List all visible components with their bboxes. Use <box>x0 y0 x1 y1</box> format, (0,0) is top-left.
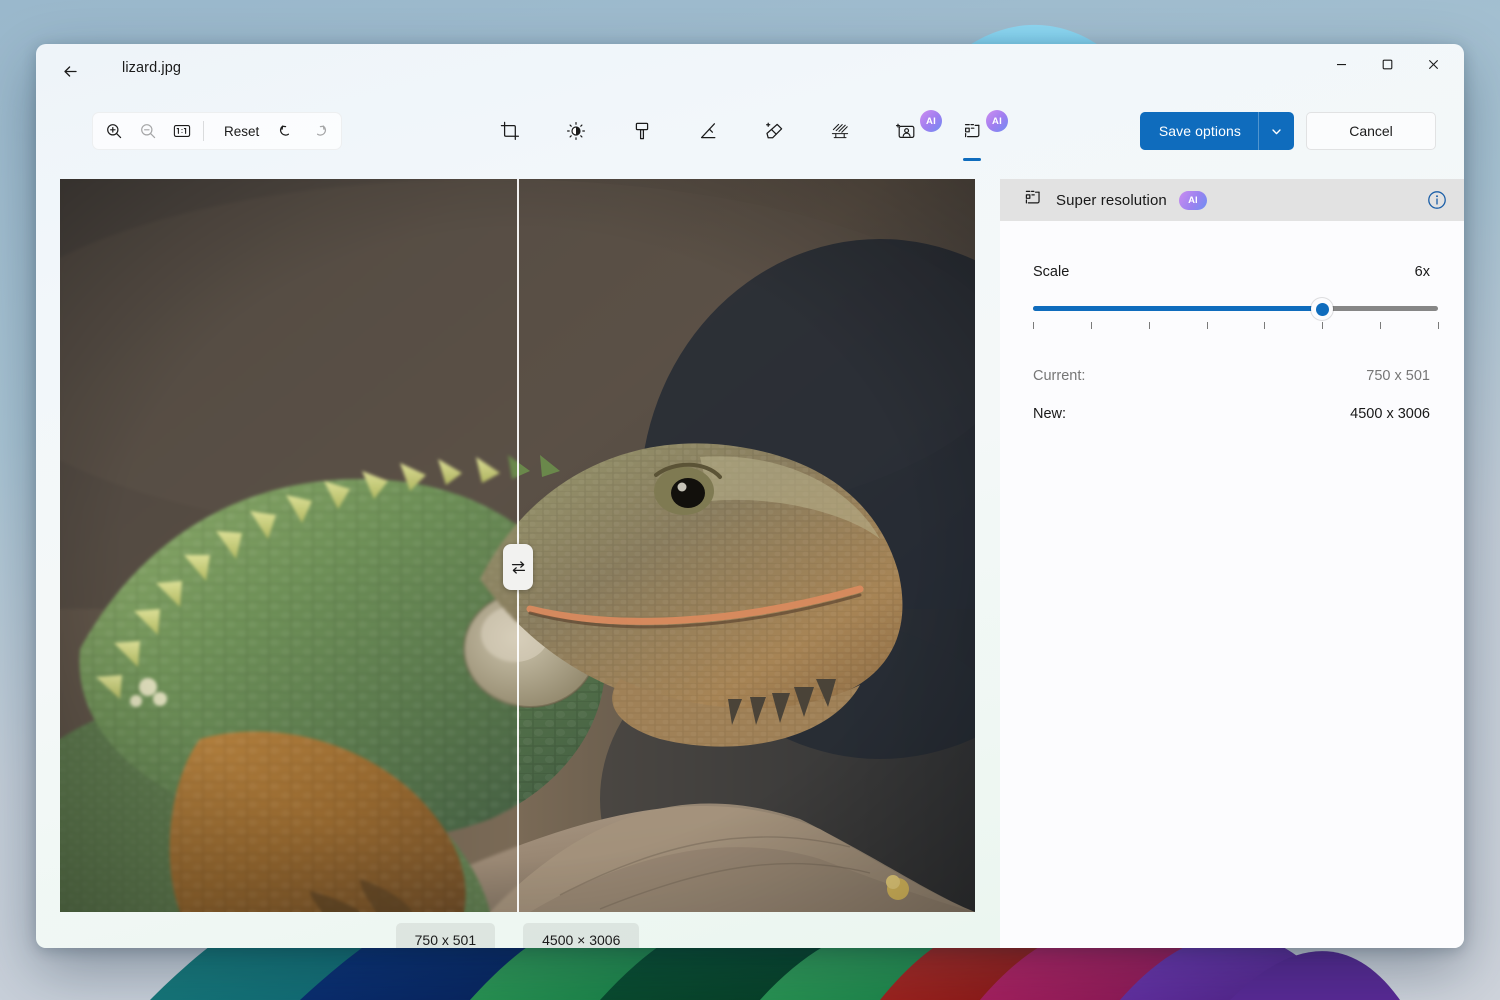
current-size-row: Current: 750 x 501 <box>1033 368 1430 384</box>
desktop: lizard.jpg Reset AI AI Save options Canc… <box>0 0 1500 1000</box>
save-options-split-button[interactable]: Save options <box>1139 112 1294 150</box>
info-button[interactable] <box>1424 187 1450 213</box>
slider-tick <box>1322 322 1323 329</box>
reset-label: Reset <box>224 123 260 139</box>
new-size-value: 4500 x 3006 <box>1350 406 1430 422</box>
app-window: lizard.jpg Reset AI AI Save options Canc… <box>36 44 1464 948</box>
slider-tick <box>1033 322 1034 329</box>
save-options-button[interactable]: Save options <box>1140 112 1258 150</box>
zoom-out-button[interactable] <box>131 116 165 146</box>
super-resolution-icon <box>1022 187 1044 214</box>
title-bar: lizard.jpg <box>36 44 1464 98</box>
panel-header: Super resolution AI <box>1000 179 1464 221</box>
undo-button[interactable] <box>269 116 303 146</box>
new-size-label: New: <box>1033 406 1067 422</box>
slider-tick <box>1207 322 1208 329</box>
canvas-area: 750 x 501 4500 × 3006 <box>60 179 1000 948</box>
scale-value: 6x <box>1414 264 1430 280</box>
background-removal-tool[interactable]: AI <box>884 110 942 152</box>
blur-tool[interactable] <box>818 110 862 152</box>
minimize-button[interactable] <box>1318 44 1364 84</box>
super-resolution-tool[interactable]: AI <box>950 110 1008 161</box>
toolbar-divider <box>203 121 204 141</box>
cancel-button[interactable]: Cancel <box>1306 112 1436 150</box>
crop-tool[interactable] <box>488 110 532 152</box>
upscaled-dimension-chip: 4500 × 3006 <box>523 922 640 948</box>
slider-tick <box>1149 322 1150 329</box>
panel-title: Super resolution <box>1056 191 1167 209</box>
image-preview[interactable] <box>60 179 975 912</box>
erase-tool[interactable] <box>752 110 796 152</box>
dimension-chips: 750 x 501 4500 × 3006 <box>60 912 975 948</box>
current-size-label: Current: <box>1033 368 1086 384</box>
slider-fill <box>1033 306 1323 311</box>
maximize-button[interactable] <box>1364 44 1410 84</box>
active-tool-indicator <box>963 158 981 161</box>
super-resolution-panel: Super resolution AI Scale 6x Current: 75… <box>1000 179 1464 948</box>
zoom-toolbar-group: Reset <box>92 112 343 150</box>
document-title: lizard.jpg <box>122 60 182 76</box>
new-size-row: New: 4500 x 3006 <box>1033 406 1430 422</box>
slider-tick <box>1438 322 1439 329</box>
slider-thumb[interactable] <box>1311 298 1334 320</box>
reset-button[interactable]: Reset <box>214 116 269 146</box>
slider-tick <box>1380 322 1381 329</box>
editing-tools: AI AI <box>488 110 1008 161</box>
original-dimension-chip: 750 x 501 <box>395 922 496 948</box>
highlighter-tool[interactable] <box>620 110 664 152</box>
save-options-label: Save options <box>1158 123 1241 139</box>
close-button[interactable] <box>1410 44 1456 84</box>
ai-badge: AI <box>1178 190 1207 210</box>
scale-label: Scale <box>1033 264 1070 280</box>
slider-tick <box>1091 322 1092 329</box>
comparison-swap-handle[interactable] <box>503 544 533 590</box>
redo-button[interactable] <box>303 116 337 146</box>
ai-badge: AI <box>920 110 942 132</box>
save-options-chevron-button[interactable] <box>1258 112 1294 150</box>
actual-size-button[interactable] <box>165 116 199 146</box>
slider-ticks <box>1033 322 1439 330</box>
slider-tick <box>1264 322 1265 329</box>
toolbar-actions: Save options Cancel <box>1139 112 1436 150</box>
toolbar: Reset AI AI Save options Cancel <box>36 98 1464 170</box>
current-size-value: 750 x 501 <box>1366 368 1430 384</box>
adjust-tool[interactable] <box>554 110 598 152</box>
scale-row: Scale 6x <box>1033 264 1430 280</box>
scale-slider[interactable] <box>1033 298 1439 332</box>
pen-tool[interactable] <box>686 110 730 152</box>
ai-badge: AI <box>986 110 1008 132</box>
cancel-label: Cancel <box>1349 123 1393 139</box>
zoom-in-button[interactable] <box>97 116 131 146</box>
back-button[interactable] <box>52 54 88 88</box>
panel-body: Scale 6x Current: 750 x 501 New: 4500 x … <box>1000 221 1464 422</box>
